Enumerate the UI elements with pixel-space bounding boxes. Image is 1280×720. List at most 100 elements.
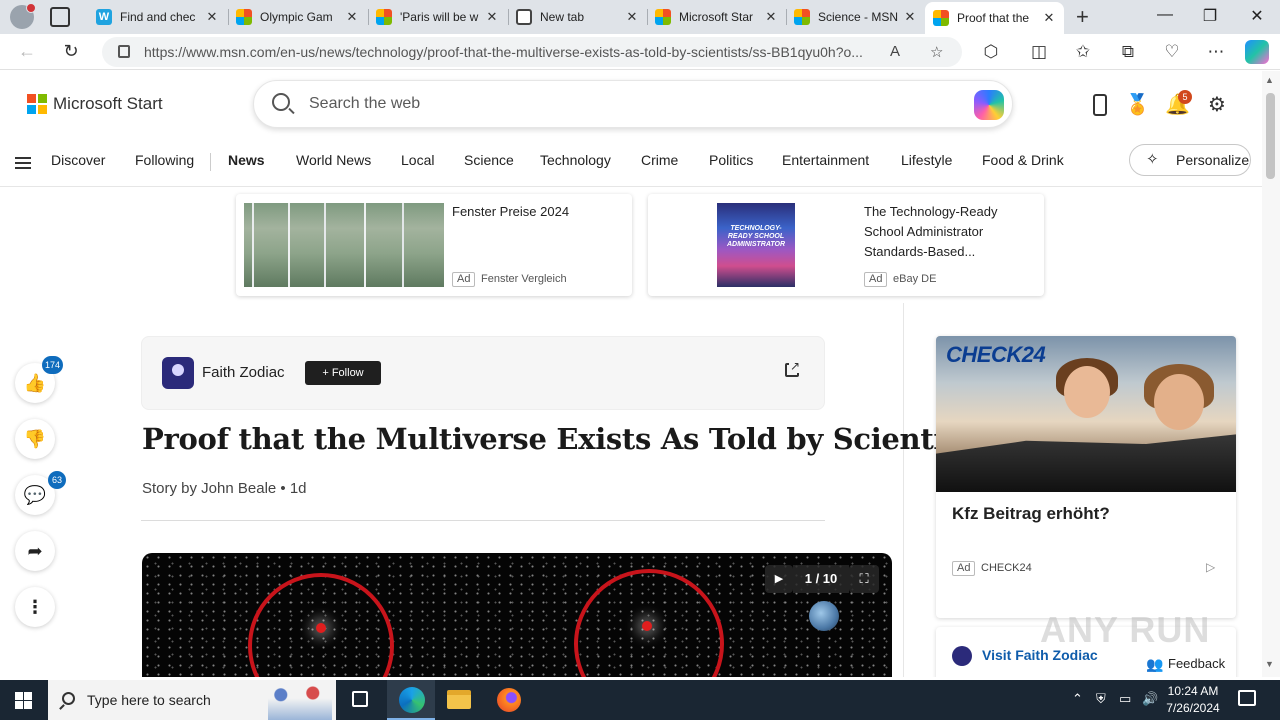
microsoft-logo-icon[interactable] [27, 94, 47, 114]
nav-world-news[interactable]: World News [296, 152, 371, 168]
close-icon[interactable]: ✕ [764, 9, 778, 25]
tab-actions-icon[interactable] [50, 7, 70, 27]
nav-discover[interactable]: Discover [51, 152, 105, 168]
sidebar-ad[interactable]: CHECK24 Kfz Beitrag erhöht? Ad CHECK24 ▷ [936, 336, 1236, 618]
search-input[interactable] [309, 95, 909, 113]
refresh-icon[interactable]: ↻ [60, 41, 82, 62]
browser-tab[interactable]: 'Paris will be w ✕ [368, 3, 507, 31]
nav-food-drink[interactable]: Food & Drink [982, 152, 1064, 168]
gear-icon[interactable]: ⚙ [1205, 93, 1229, 117]
nav-crime[interactable]: Crime [641, 152, 678, 168]
follow-button[interactable]: + Follow [305, 361, 381, 385]
ad-title-line[interactable]: School Administrator [864, 222, 983, 242]
ad-image-book[interactable]: TECHNOLOGY-READY SCHOOL ADMINISTRATOR [717, 203, 795, 287]
volume-icon[interactable]: 🔊 [1142, 691, 1158, 707]
hamburger-menu-icon[interactable] [15, 157, 31, 169]
window-close-icon[interactable]: ✕ [1247, 6, 1267, 26]
nav-technology[interactable]: Technology [540, 152, 611, 168]
browser-tab-active[interactable]: Proof that the ✕ [925, 2, 1064, 34]
close-icon[interactable]: ✕ [625, 9, 639, 25]
web-search-box[interactable] [253, 80, 1013, 128]
globe-icon[interactable] [809, 601, 839, 631]
nav-entertainment[interactable]: Entertainment [782, 152, 869, 168]
favorites-icon[interactable]: ✩ [1072, 42, 1094, 62]
nav-following[interactable]: Following [135, 152, 194, 168]
taskbar-search[interactable]: Type here to search [48, 680, 336, 720]
browser-tab[interactable]: Microsoft Star ✕ [647, 3, 786, 31]
search-icon[interactable] [272, 93, 290, 111]
page-scrollbar[interactable]: ▲ ▼ [1262, 71, 1280, 677]
new-tab-icon[interactable]: + [1076, 4, 1089, 30]
scroll-down-icon[interactable]: ▼ [1265, 659, 1274, 669]
read-aloud-icon[interactable]: A [890, 43, 900, 60]
more-menu-icon[interactable]: ⋯ [1205, 42, 1227, 62]
play-icon[interactable]: ▶ [765, 565, 793, 593]
nav-news[interactable]: News [228, 152, 265, 168]
action-center-icon[interactable] [1238, 690, 1256, 706]
personalize-button[interactable]: ✧ Personalize [1129, 144, 1251, 176]
restore-icon[interactable]: ❐ [1200, 6, 1220, 26]
close-icon[interactable]: ✕ [1042, 10, 1056, 26]
ad-card[interactable]: TECHNOLOGY-READY SCHOOL ADMINISTRATOR Th… [648, 194, 1044, 296]
windows-start-icon[interactable] [15, 692, 32, 709]
ad-title-line[interactable]: The Technology-Ready [864, 202, 997, 222]
copilot-icon[interactable] [1245, 40, 1269, 64]
close-icon[interactable]: ✕ [485, 9, 499, 25]
system-clock[interactable]: 10:24 AM 7/26/2024 [1163, 683, 1223, 717]
collections-icon[interactable]: ⧉ [1117, 42, 1139, 62]
like-count: 174 [42, 356, 64, 374]
publisher-logo-icon[interactable] [162, 357, 194, 389]
nav-lifestyle[interactable]: Lifestyle [901, 152, 952, 168]
ad-card[interactable]: Fenster Preise 2024 Ad Fenster Vergleich [236, 194, 632, 296]
nav-politics[interactable]: Politics [709, 152, 753, 168]
edge-taskbar-button[interactable] [387, 680, 435, 720]
back-icon[interactable]: ← [16, 41, 38, 62]
adchoices-icon[interactable]: ▷ [1206, 560, 1215, 574]
lock-icon[interactable] [118, 45, 130, 58]
scroll-thumb[interactable] [1266, 93, 1275, 179]
network-icon[interactable]: ▭ [1119, 691, 1131, 707]
share-button[interactable]: ➦ [15, 531, 55, 571]
task-view-icon[interactable] [352, 691, 368, 707]
close-icon[interactable]: ✕ [345, 9, 359, 25]
brand-name[interactable]: Microsoft Start [53, 94, 163, 114]
browser-tab[interactable]: New tab ✕ [508, 3, 647, 31]
browser-essentials-icon[interactable]: ♡ [1161, 42, 1183, 62]
browser-tab[interactable]: W Find and chec ✕ [88, 3, 227, 31]
extensions-icon[interactable]: ⬡ [980, 42, 1002, 62]
more-options-button[interactable]: ⋮ [15, 587, 55, 627]
ad-title[interactable]: Fenster Preise 2024 [452, 202, 569, 222]
gallery-image[interactable]: ▶ 1 / 10 ⛶ [142, 553, 892, 677]
nav-local[interactable]: Local [401, 152, 434, 168]
external-link-icon[interactable] [785, 359, 802, 377]
security-icon[interactable]: ⛨ [1096, 691, 1106, 707]
profile-icon[interactable] [10, 3, 36, 29]
ad-image-convertible[interactable]: CHECK24 [936, 336, 1236, 492]
close-icon[interactable]: ✕ [903, 9, 917, 25]
taskbar-search-placeholder: Type here to search [87, 692, 211, 708]
publisher-name[interactable]: Faith Zodiac [202, 364, 285, 381]
browser-tab[interactable]: Science - MSN ✕ [786, 3, 925, 31]
firefox-taskbar-button[interactable] [485, 680, 533, 720]
copilot-icon[interactable] [974, 90, 1004, 120]
rewards-icon[interactable]: 🏅 [1125, 93, 1150, 117]
url-field[interactable]: https://www.msn.com/en-us/news/technolog… [102, 37, 962, 67]
nav-science[interactable]: Science [464, 152, 514, 168]
chevron-up-icon[interactable]: ⌃ [1072, 691, 1083, 707]
mobile-app-icon[interactable] [1088, 93, 1112, 117]
ad-title[interactable]: Kfz Beitrag erhöht? [952, 504, 1110, 524]
ad-image-windows[interactable] [244, 203, 444, 287]
browser-tab[interactable]: Olympic Gam ✕ [228, 3, 367, 31]
dislike-button[interactable]: 👎 [15, 419, 55, 459]
minimize-icon[interactable]: — [1155, 6, 1175, 24]
gallery-controls: ▶ 1 / 10 ⛶ [765, 565, 880, 593]
file-explorer-taskbar-button[interactable] [435, 680, 483, 720]
scroll-up-icon[interactable]: ▲ [1265, 75, 1274, 85]
fullscreen-icon[interactable]: ⛶ [849, 565, 879, 593]
ad-title-line[interactable]: Standards-Based... [864, 242, 975, 262]
publisher-card: Faith Zodiac + Follow [141, 336, 825, 410]
feedback-button[interactable]: 👥 Feedback [1140, 652, 1236, 676]
split-screen-icon[interactable]: ◫ [1028, 42, 1050, 62]
favorite-star-icon[interactable]: ☆ [930, 43, 943, 61]
close-icon[interactable]: ✕ [205, 9, 219, 25]
